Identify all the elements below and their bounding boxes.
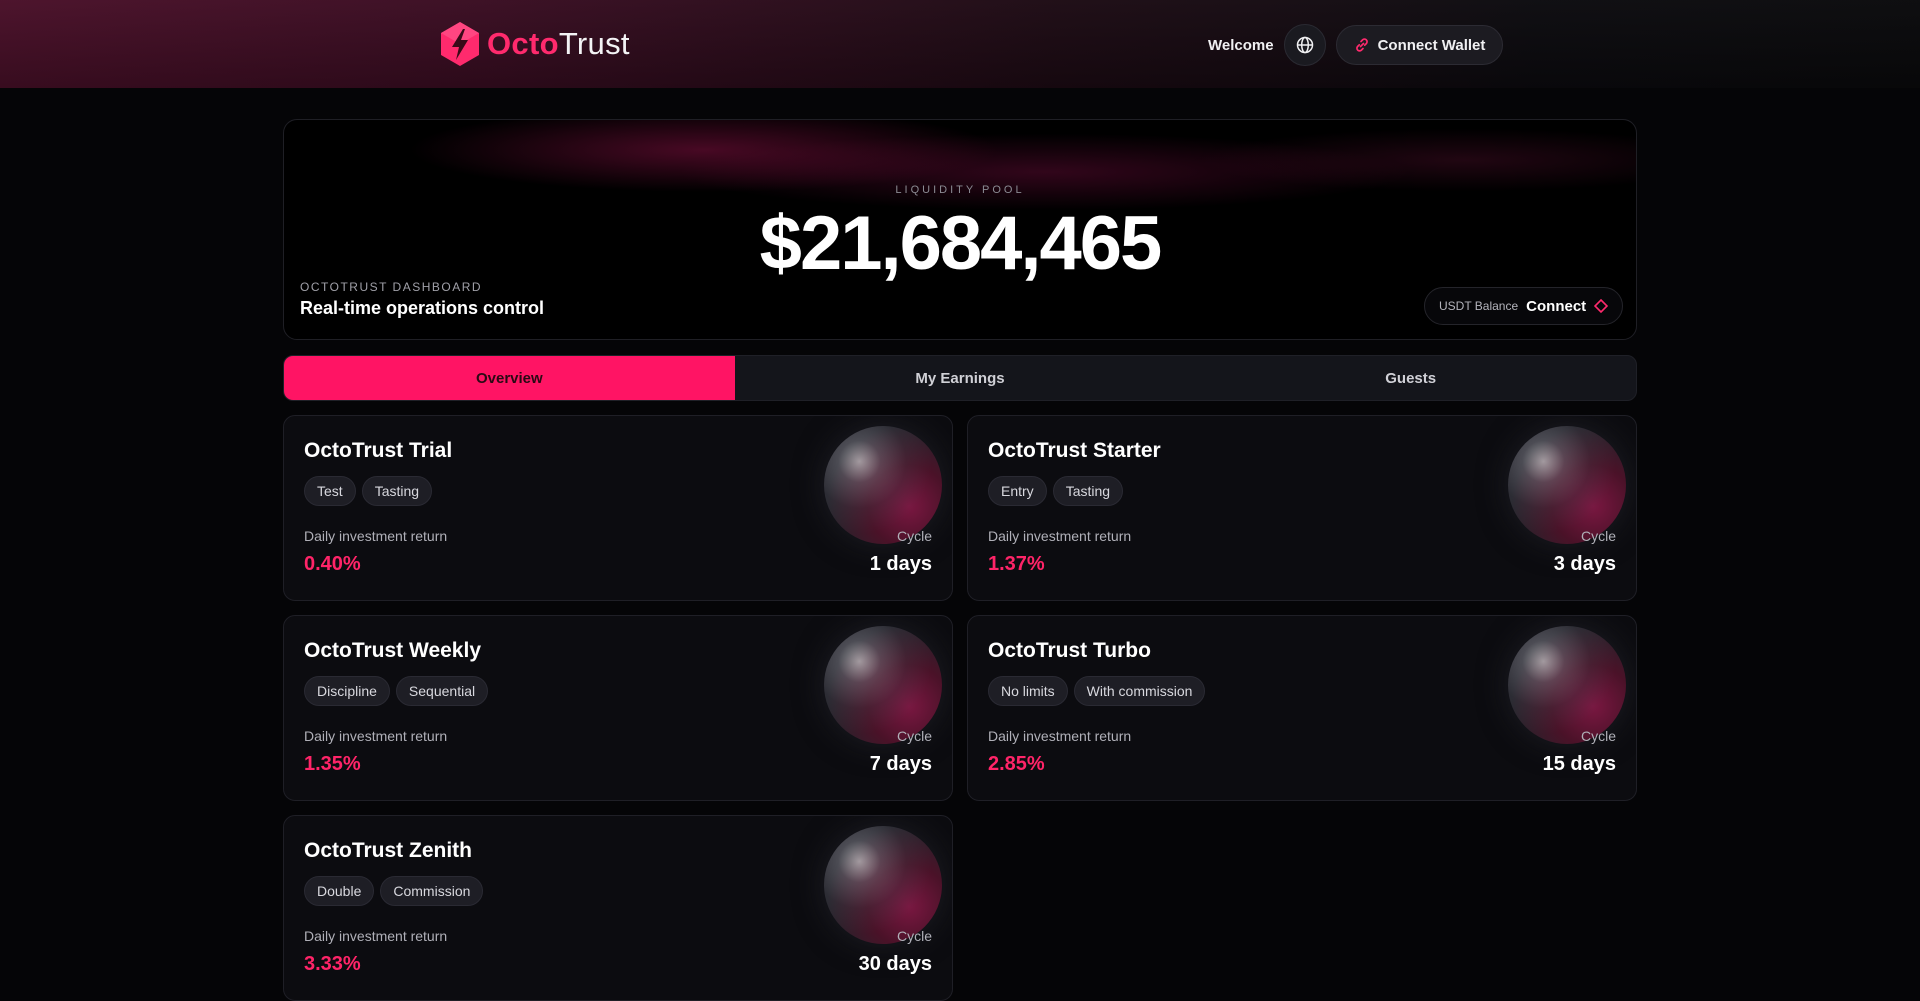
dashboard-title: Real-time operations control [300,298,545,318]
plan-orb-graphic [1508,426,1626,544]
cycle-label: Cycle [896,928,932,944]
plan-card-turbo[interactable]: OctoTrust Turbo No limits With commissio… [967,615,1637,801]
welcome-text: Welcome [1208,36,1274,54]
liquidity-pool-label: LIQUIDITY POOL [895,184,1025,196]
plan-tags: No limits With commission [988,676,1211,706]
cycle-value: 3 days [1553,553,1616,575]
link-icon [1355,38,1368,52]
return-value: 0.40% [304,553,361,575]
return-label: Daily investment return [304,728,448,744]
tab-overview[interactable]: Overview [284,356,735,400]
connect-wallet-button[interactable]: Connect Wallet [1335,25,1504,65]
tab-bar: Overview My Earnings Guests [283,355,1637,401]
plan-tag: Tasting [1052,476,1124,506]
top-bar: OctoTrust Welcome Connect Wallet [0,0,1920,88]
cycle-value: 1 days [869,553,932,575]
return-value: 1.35% [304,753,361,775]
plan-tag: Test [304,476,356,506]
brand-name-part1: Octo [487,26,559,61]
plan-card-weekly[interactable]: OctoTrust Weekly Discipline Sequential D… [283,615,953,801]
plan-tags: Double Commission [304,876,489,906]
plan-tags: Entry Tasting [988,476,1129,506]
cycle-label: Cycle [896,728,932,744]
plan-tag: Double [304,876,375,906]
brand-name-part2: Trust [558,26,630,61]
cycle-value: 7 days [869,753,932,775]
plan-orb-graphic [1508,626,1626,744]
plan-title: OctoTrust Zenith [304,839,472,862]
tab-guests[interactable]: Guests [1185,356,1636,400]
cycle-value: 15 days [1542,753,1616,775]
return-value: 1.37% [988,553,1045,575]
plan-title: OctoTrust Turbo [988,639,1151,662]
tab-my-earnings[interactable]: My Earnings [735,356,1186,400]
cycle-label: Cycle [1580,728,1616,744]
language-button[interactable] [1283,24,1326,66]
plan-tag: Tasting [361,476,433,506]
dashboard-label: OCTOTRUST DASHBOARD [300,280,483,294]
plan-orb-graphic [824,826,942,944]
plan-orb-graphic [824,426,942,544]
plan-title: OctoTrust Starter [988,439,1161,462]
return-label: Daily investment return [304,928,448,944]
plan-tag: Entry [988,476,1047,506]
usdt-balance-pill[interactable]: USDT Balance Connect [1424,287,1624,325]
return-label: Daily investment return [304,528,448,544]
plan-tag: With commission [1073,676,1206,706]
return-label: Daily investment return [988,728,1132,744]
plan-tags: Test Tasting [304,476,438,506]
header-actions: Welcome Connect Wallet [1208,24,1504,66]
diamond-icon [1594,299,1609,313]
brand-name: OctoTrust [487,26,630,62]
connect-wallet-label: Connect Wallet [1377,36,1486,54]
plan-tags: Discipline Sequential [304,676,494,706]
plan-card-trial[interactable]: OctoTrust Trial Test Tasting Daily inves… [283,415,953,601]
plan-card-zenith[interactable]: OctoTrust Zenith Double Commission Daily… [283,815,953,1001]
globe-icon [1296,36,1313,54]
plan-tag: No limits [988,676,1068,706]
usdt-balance-connect[interactable]: Connect [1526,298,1586,315]
lightning-hexagon-icon [441,22,479,66]
liquidity-pool-value: $21,684,465 [759,201,1163,286]
plan-title: OctoTrust Trial [304,439,453,462]
return-value: 2.85% [988,753,1045,775]
return-value: 3.33% [304,953,361,975]
usdt-balance-label: USDT Balance [1439,299,1519,313]
logo[interactable]: OctoTrust [438,20,630,68]
return-label: Daily investment return [988,528,1132,544]
cycle-label: Cycle [1580,528,1616,544]
plan-tag: Sequential [395,676,489,706]
plan-orb-graphic [824,626,942,744]
cycle-label: Cycle [896,528,932,544]
liquidity-pool-panel: LIQUIDITY POOL $21,684,465 OCTOTRUST DAS… [283,119,1637,340]
plan-card-starter[interactable]: OctoTrust Starter Entry Tasting Daily in… [967,415,1637,601]
plan-tag: Discipline [304,676,390,706]
cycle-value: 30 days [858,953,932,975]
plan-tag: Commission [380,876,484,906]
plan-title: OctoTrust Weekly [304,639,482,662]
